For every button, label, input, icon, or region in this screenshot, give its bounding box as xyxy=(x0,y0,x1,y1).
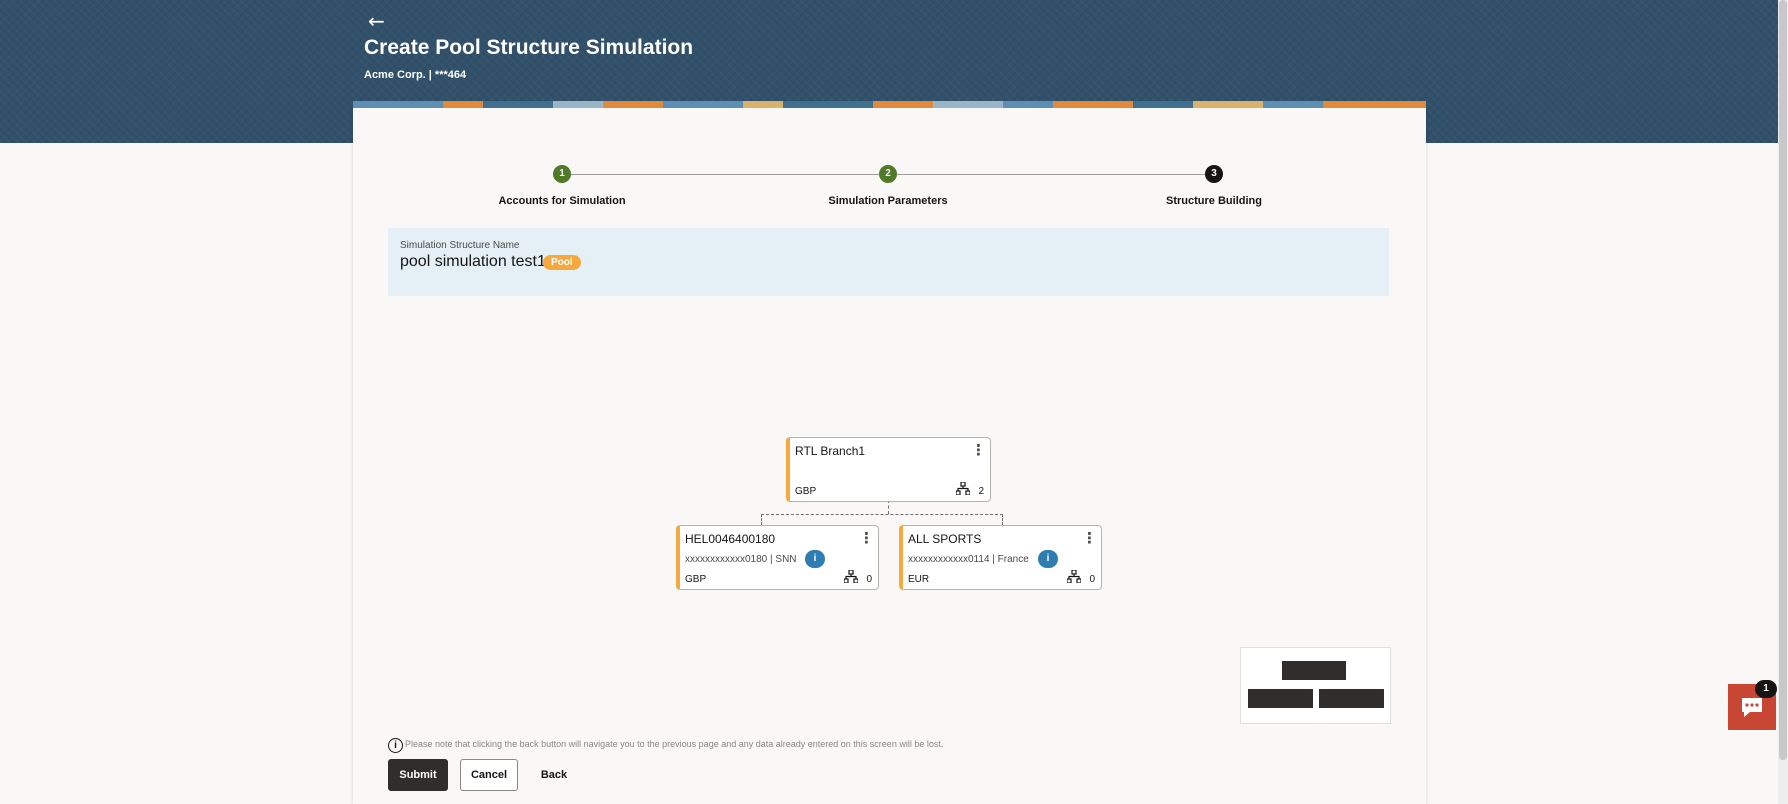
node-children-count: 0 xyxy=(866,574,872,585)
step-2-indicator: 2 xyxy=(879,165,897,183)
info-icon[interactable]: i xyxy=(805,550,825,568)
stepper-line-1 xyxy=(562,174,888,175)
minimap-child-block xyxy=(1248,689,1313,708)
page-title: Create Pool Structure Simulation xyxy=(364,36,694,59)
node-account: xxxxxxxxxxxx0180 | SNN xyxy=(685,554,797,565)
node-account: xxxxxxxxxxxx0114 | France xyxy=(908,554,1029,565)
node-currency: EUR xyxy=(908,574,930,585)
node-children-count: 2 xyxy=(978,486,984,497)
step-3-indicator: 3 xyxy=(1205,165,1223,183)
node-title: RTL Branch1 xyxy=(795,444,866,458)
info-icon[interactable]: i xyxy=(1038,550,1058,568)
cancel-button[interactable]: Cancel xyxy=(460,759,518,791)
chat-notification-badge: 1 xyxy=(1755,680,1777,698)
stepper-line-2 xyxy=(888,174,1214,175)
step-3-label: Structure Building xyxy=(1166,195,1262,207)
node-title: ALL SPORTS xyxy=(908,532,982,546)
hierarchy-icon xyxy=(1067,570,1081,583)
node-currency: GBP xyxy=(795,486,817,497)
minimap-child-block xyxy=(1319,689,1384,708)
page-subtitle: Acme Corp. | ***464 xyxy=(364,69,467,81)
kebab-menu-icon[interactable]: ⋮ xyxy=(1082,529,1097,547)
step-1-indicator: 1 xyxy=(553,165,571,183)
hierarchy-icon xyxy=(844,570,858,583)
node-children-count: 0 xyxy=(1089,574,1095,585)
hierarchy-icon xyxy=(956,482,970,495)
minimap-root-block xyxy=(1282,661,1346,680)
tree-minimap[interactable] xyxy=(1240,647,1391,724)
step-2-label: Simulation Parameters xyxy=(828,195,948,207)
tree-node-root[interactable]: RTL Branch1 ⋮ GBP 2 xyxy=(786,437,991,502)
structure-name-panel: Simulation Structure Name pool simulatio… xyxy=(388,228,1389,296)
back-warning-text: Please note that clicking the back butto… xyxy=(405,739,944,749)
submit-button[interactable]: Submit xyxy=(388,759,448,791)
pool-type-badge: Pool xyxy=(543,255,581,270)
node-currency: GBP xyxy=(685,574,707,585)
tree-node-child[interactable]: ALL SPORTS ⋮ xxxxxxxxxxxx0114 | France i… xyxy=(899,525,1102,590)
back-button[interactable]: Back xyxy=(530,759,578,791)
scrollbar-thumb[interactable] xyxy=(1779,0,1787,760)
structure-name-value: pool simulation test1 xyxy=(400,253,546,270)
kebab-menu-icon[interactable]: ⋮ xyxy=(859,529,874,547)
header-decoration xyxy=(353,98,1426,108)
info-icon: i xyxy=(388,738,403,753)
tree-connector-root xyxy=(888,500,889,514)
tree-node-child[interactable]: HEL0046400180 ⋮ xxxxxxxxxxxx0180 | SNN i… xyxy=(676,525,879,590)
kebab-menu-icon[interactable]: ⋮ xyxy=(971,441,986,459)
node-title: HEL0046400180 xyxy=(685,532,776,546)
structure-name-label: Simulation Structure Name xyxy=(400,240,520,251)
back-arrow-icon[interactable]: ← xyxy=(368,10,385,32)
tree-connector-children xyxy=(761,514,1003,525)
page-scrollbar[interactable] xyxy=(1778,0,1788,804)
step-1-label: Accounts for Simulation xyxy=(498,195,626,207)
